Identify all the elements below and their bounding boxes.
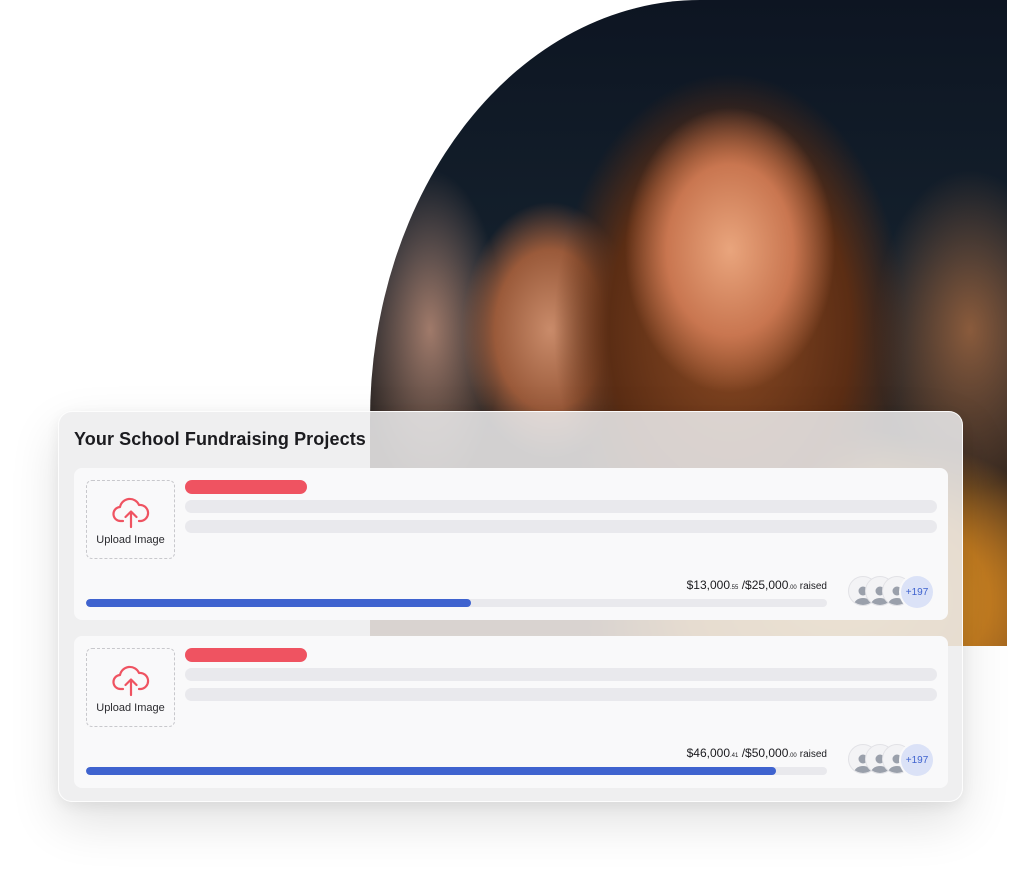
cloud-upload-icon [111, 665, 149, 696]
funding-progress-fill [86, 599, 472, 607]
project-item: Upload Image $46,000.41 /$50,000.00 raise… [74, 636, 948, 788]
description-placeholder-line [185, 500, 937, 513]
card-title: Your School Fundraising Projects [74, 429, 366, 449]
raised-amount: $46,000.41 /$50,000.00 raised [686, 746, 827, 760]
cloud-upload-icon [111, 497, 149, 528]
upload-image-button[interactable]: Upload Image [86, 480, 175, 559]
project-item: Upload Image $13,000.55 /$25,000.00 raise… [74, 468, 948, 620]
upload-image-label: Upload Image [96, 701, 165, 714]
title-placeholder-bar [185, 648, 307, 662]
raised-amount: $13,000.55 /$25,000.00 raised [686, 578, 827, 592]
supporters-more-badge: +197 [901, 744, 933, 776]
upload-image-label: Upload Image [96, 533, 165, 546]
supporters-avatars[interactable]: +197 [848, 576, 936, 608]
description-placeholder-line [185, 668, 937, 681]
funding-progress-bar [86, 767, 827, 775]
funding-progress-bar [86, 599, 827, 607]
title-placeholder-bar [185, 480, 307, 494]
supporters-avatars[interactable]: +197 [848, 744, 936, 776]
description-placeholder-line [185, 520, 937, 533]
supporters-more-badge: +197 [901, 576, 933, 608]
funding-progress-fill [86, 767, 776, 775]
upload-image-button[interactable]: Upload Image [86, 648, 175, 727]
description-placeholder-line [185, 688, 937, 701]
fundraising-projects-card: Your School Fundraising Projects Upload … [58, 411, 963, 802]
